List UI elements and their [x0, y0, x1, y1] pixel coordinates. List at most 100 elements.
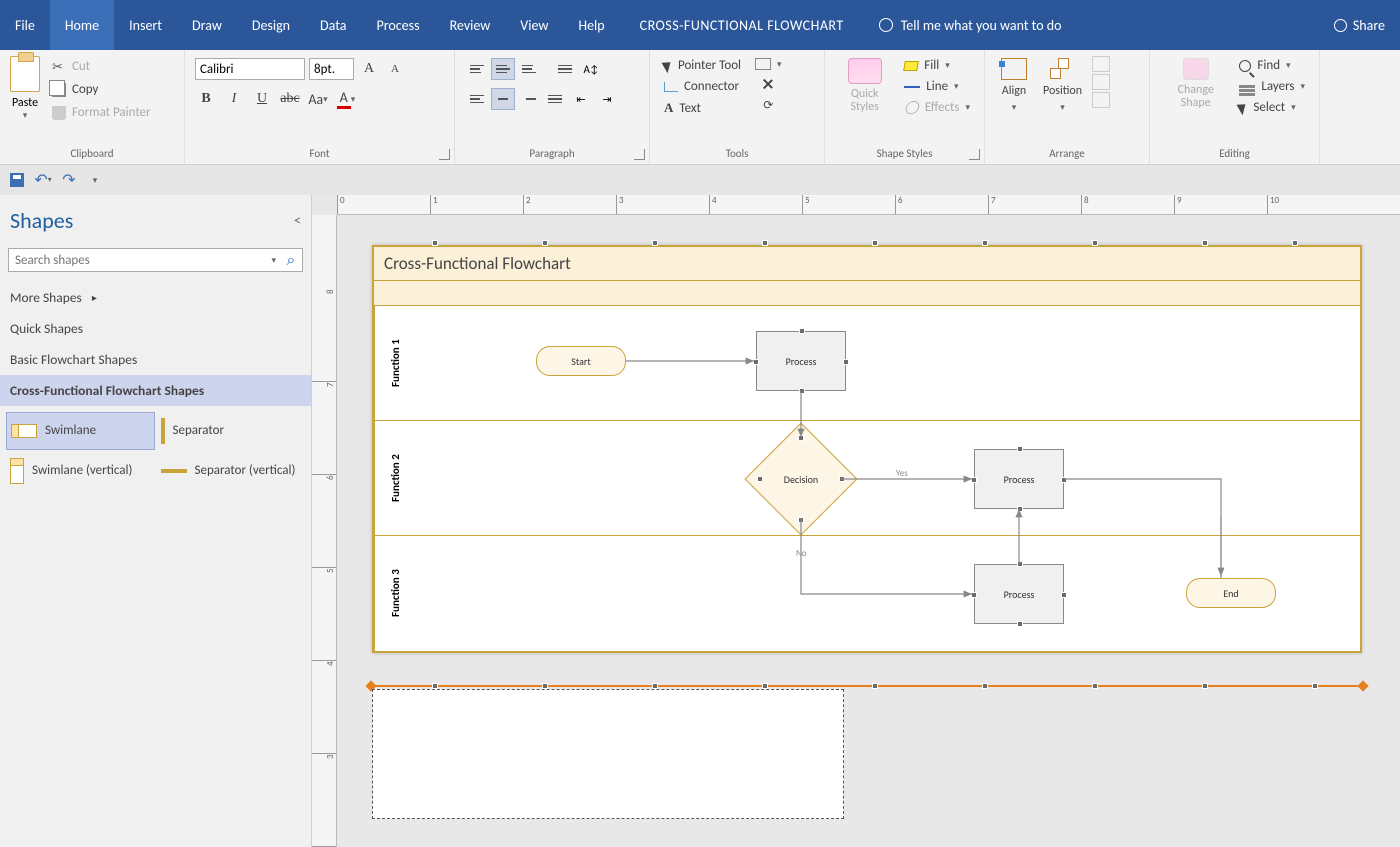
- lane-1-label[interactable]: Function 1: [374, 306, 416, 420]
- lane-1[interactable]: Function 1 Start Process: [374, 306, 1360, 421]
- tab-home[interactable]: Home: [50, 0, 114, 50]
- search-shapes-box[interactable]: ▾ ⌕: [8, 248, 303, 272]
- drawing-page[interactable]: Cross-Functional Flowchart Function 1 St…: [372, 245, 1362, 653]
- position-button[interactable]: Position▾: [1037, 56, 1088, 115]
- lane-3-label[interactable]: Function 3: [374, 536, 416, 651]
- shape-separator[interactable]: Separator: [157, 412, 306, 450]
- shape-decision[interactable]: Decision: [761, 439, 841, 519]
- format-painter-button[interactable]: Format Painter: [48, 102, 155, 123]
- align-top-button[interactable]: [465, 58, 489, 80]
- fill-button[interactable]: Fill▾: [900, 56, 974, 75]
- shape-swimlane-vertical[interactable]: Swimlane (vertical): [6, 452, 155, 490]
- connection-point-button[interactable]: [758, 76, 778, 92]
- swimlane-title[interactable]: Cross-Functional Flowchart: [374, 247, 1360, 281]
- change-case-button[interactable]: Aa▾: [307, 88, 329, 110]
- search-icon[interactable]: ⌕: [280, 251, 302, 270]
- x-icon: [762, 78, 774, 90]
- swimlane-container[interactable]: Cross-Functional Flowchart Function 1 St…: [372, 245, 1362, 653]
- strikethrough-button[interactable]: abc: [279, 88, 301, 110]
- decrease-indent-button[interactable]: ⇤: [569, 88, 593, 110]
- stencil-more-shapes[interactable]: More Shapes▸: [0, 282, 311, 313]
- align-bottom-button[interactable]: [517, 58, 541, 80]
- font-size-combo[interactable]: [309, 58, 354, 80]
- stencil-basic-flowchart[interactable]: Basic Flowchart Shapes: [0, 344, 311, 375]
- layers-button[interactable]: Layers▾: [1235, 77, 1309, 96]
- connector-tool-button[interactable]: Connector: [660, 77, 745, 96]
- tell-me-search[interactable]: Tell me what you want to do: [864, 17, 1077, 34]
- text-direction-button[interactable]: A↕: [579, 58, 603, 80]
- bring-front-button[interactable]: [1092, 56, 1110, 72]
- align-button[interactable]: Align▾: [995, 56, 1033, 115]
- paragraph-dialog-launcher[interactable]: [634, 149, 645, 160]
- underline-button[interactable]: U: [251, 88, 273, 110]
- rectangle-tool-button[interactable]: ▾: [751, 56, 786, 72]
- tab-design[interactable]: Design: [237, 0, 305, 50]
- group-shapes-button[interactable]: [1092, 92, 1110, 108]
- effects-button[interactable]: ◯Effects▾: [900, 98, 974, 117]
- main-area: Shapes < ▾ ⌕ More Shapes▸ Quick Shapes B…: [0, 195, 1400, 847]
- undo-button[interactable]: ↶▾: [34, 171, 52, 189]
- select-button[interactable]: Select▾: [1235, 98, 1309, 117]
- send-back-button[interactable]: [1092, 74, 1110, 90]
- quick-styles-button[interactable]: Quick Styles: [835, 56, 894, 116]
- font-name-combo[interactable]: [195, 58, 305, 80]
- align-left-button[interactable]: [465, 88, 489, 110]
- shape-separator-vertical[interactable]: Separator (vertical): [157, 452, 306, 490]
- justify-button[interactable]: [543, 88, 567, 110]
- tab-file[interactable]: File: [0, 0, 50, 50]
- redo-button[interactable]: ↷: [60, 171, 78, 189]
- tab-insert[interactable]: Insert: [114, 0, 177, 50]
- copy-button[interactable]: Copy: [48, 79, 155, 100]
- share-icon: [1334, 19, 1347, 32]
- shape-process-3[interactable]: Process: [974, 564, 1064, 624]
- shape-start[interactable]: Start: [536, 346, 626, 376]
- drawing-canvas[interactable]: 012345678910 345678 Cross-Functional Flo…: [312, 195, 1400, 847]
- align-right-button[interactable]: [517, 88, 541, 110]
- font-dialog-launcher[interactable]: [439, 149, 450, 160]
- tab-draw[interactable]: Draw: [177, 0, 237, 50]
- share-button[interactable]: Share: [1334, 17, 1385, 34]
- shape-process-1[interactable]: Process: [756, 331, 846, 391]
- stamp-tool-button[interactable]: ⟳: [759, 96, 777, 115]
- lane-2-label[interactable]: Function 2: [374, 421, 416, 535]
- paste-icon: [10, 56, 40, 92]
- text-tool-button[interactable]: AText: [660, 98, 745, 118]
- bold-button[interactable]: B: [195, 88, 217, 110]
- swimlane-phase-header[interactable]: [374, 281, 1360, 306]
- collapse-panel-button[interactable]: <: [294, 212, 301, 229]
- shape-styles-label: Shape Styles: [831, 147, 978, 162]
- pointer-tool-button[interactable]: Pointer Tool: [660, 56, 745, 75]
- stencil-cross-functional[interactable]: Cross-Functional Flowchart Shapes: [0, 375, 311, 406]
- qat-customize-button[interactable]: ▾: [86, 171, 104, 189]
- font-color-button[interactable]: A▾: [335, 88, 357, 110]
- insertion-edge-indicator[interactable]: [372, 685, 1362, 687]
- change-shape-icon: [1183, 58, 1209, 80]
- lane-2[interactable]: Function 2 Decision Process: [374, 421, 1360, 536]
- save-button[interactable]: [8, 171, 26, 189]
- cut-button[interactable]: ✂Cut: [48, 56, 155, 77]
- shape-swimlane[interactable]: Swimlane: [6, 412, 155, 450]
- change-shape-button[interactable]: Change Shape: [1160, 56, 1231, 112]
- grow-font-button[interactable]: A: [358, 58, 380, 80]
- tab-help[interactable]: Help: [563, 0, 619, 50]
- paste-button[interactable]: Paste ▾: [6, 54, 44, 123]
- tab-review[interactable]: Review: [435, 0, 506, 50]
- shrink-font-button[interactable]: A: [384, 58, 406, 80]
- search-shapes-input[interactable]: [9, 253, 267, 268]
- line-button[interactable]: Line▾: [900, 77, 974, 96]
- tab-view[interactable]: View: [505, 0, 563, 50]
- stencil-quick-shapes[interactable]: Quick Shapes: [0, 313, 311, 344]
- shape-process-2[interactable]: Process: [974, 449, 1064, 509]
- lane-3[interactable]: Function 3 Process End No: [374, 536, 1360, 651]
- increase-indent-button[interactable]: ⇥: [595, 88, 619, 110]
- bullets-button[interactable]: [553, 58, 577, 80]
- italic-button[interactable]: I: [223, 88, 245, 110]
- shape-styles-dialog-launcher[interactable]: [969, 149, 980, 160]
- find-button[interactable]: Find▾: [1235, 56, 1309, 75]
- align-center-button[interactable]: [491, 88, 515, 110]
- layers-icon: [1239, 85, 1255, 88]
- tab-data[interactable]: Data: [305, 0, 361, 50]
- tab-process[interactable]: Process: [361, 0, 434, 50]
- shape-end[interactable]: End: [1186, 578, 1276, 608]
- align-middle-button[interactable]: [491, 58, 515, 80]
